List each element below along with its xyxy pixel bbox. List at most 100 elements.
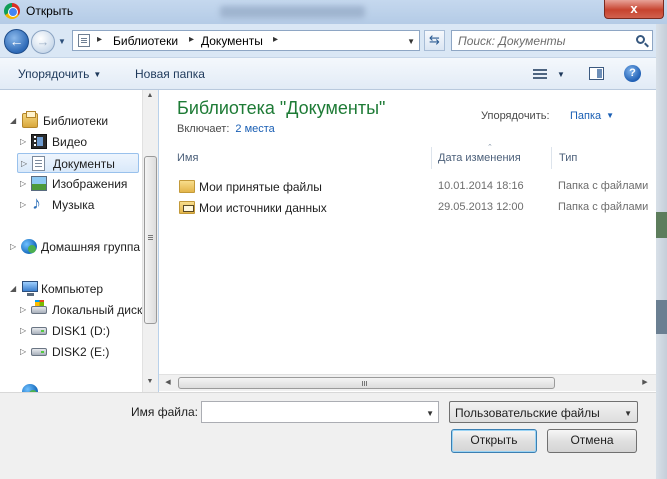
breadcrumb-separator-icon[interactable]: ▸ bbox=[189, 34, 194, 45]
collapsed-arrow-icon[interactable]: ▷ bbox=[20, 347, 26, 356]
expanded-arrow-icon[interactable]: ◢ bbox=[10, 116, 16, 125]
nav-label: DISK2 (E:) bbox=[52, 345, 110, 359]
system-drive-icon bbox=[31, 300, 47, 314]
grip-icon bbox=[148, 235, 153, 236]
sort-caret-icon: ⌃ bbox=[487, 144, 493, 151]
nav-item-music[interactable]: ▷ Музыка bbox=[18, 193, 139, 215]
nav-label: Локальный диск bbox=[52, 303, 143, 317]
arrange-by-value: Папка bbox=[570, 110, 602, 122]
nav-item-computer[interactable]: ◢ Компьютер bbox=[9, 279, 139, 299]
open-button[interactable]: Открыть bbox=[451, 429, 537, 453]
address-bar[interactable]: ▸ Библиотеки ▸ Документы ▸ ▼ bbox=[72, 30, 420, 51]
back-button[interactable]: ← bbox=[4, 29, 29, 54]
horizontal-scrollbar[interactable]: ◀ ▶ bbox=[159, 374, 656, 391]
filename-dropdown-icon[interactable]: ▼ bbox=[426, 409, 434, 418]
scroll-up-icon[interactable]: ▲ bbox=[143, 92, 157, 99]
nav-label: Изображения bbox=[52, 177, 128, 191]
window-title: Открыть bbox=[26, 4, 74, 18]
back-arrow-icon: ← bbox=[9, 33, 24, 49]
data-sources-folder-icon bbox=[179, 201, 195, 214]
forward-button[interactable]: → bbox=[31, 30, 55, 54]
nav-item-local-disk[interactable]: ▷ Локальный диск bbox=[18, 300, 143, 320]
file-row-data-sources[interactable]: Мои источники данных 29.05.2013 12:00 Па… bbox=[177, 198, 656, 218]
breadcrumb-separator-icon[interactable]: ▸ bbox=[97, 34, 102, 45]
column-header-type[interactable]: Тип bbox=[559, 152, 577, 164]
drive-icon bbox=[31, 348, 47, 356]
scroll-left-icon[interactable]: ◀ bbox=[161, 378, 175, 386]
blurred-background-title bbox=[220, 6, 365, 18]
nav-item-disk2[interactable]: ▷ DISK2 (E:) bbox=[18, 342, 139, 362]
file-type-filter[interactable]: Пользовательские файлы ▼ bbox=[449, 401, 638, 423]
library-includes: Включает: 2 места bbox=[177, 123, 275, 135]
collapsed-arrow-icon[interactable]: ▷ bbox=[20, 305, 26, 314]
forward-arrow-icon: → bbox=[36, 34, 50, 49]
scroll-down-icon[interactable]: ▼ bbox=[143, 378, 157, 385]
column-divider[interactable] bbox=[431, 147, 432, 169]
arrange-by-dropdown[interactable]: Папка ▼ bbox=[570, 110, 614, 122]
collapsed-arrow-icon[interactable]: ▷ bbox=[20, 326, 26, 335]
preview-pane-icon[interactable] bbox=[589, 67, 604, 80]
file-type: Папка с файлами bbox=[558, 180, 649, 192]
refresh-button[interactable]: ⇆ bbox=[424, 30, 445, 51]
collapsed-arrow-icon[interactable]: ▷ bbox=[20, 137, 26, 146]
nav-item-documents[interactable]: ▷ Документы bbox=[17, 153, 139, 173]
cancel-button[interactable]: Отмена bbox=[547, 429, 637, 453]
nav-item-video[interactable]: ▷ Видео bbox=[18, 132, 139, 152]
scroll-right-icon[interactable]: ▶ bbox=[638, 378, 652, 386]
help-icon[interactable]: ? bbox=[624, 65, 641, 82]
nav-scroll-thumb[interactable] bbox=[144, 156, 157, 324]
file-date: 10.01.2014 18:16 bbox=[438, 180, 524, 192]
file-row-received-files[interactable]: Мои принятые файлы 10.01.2014 18:16 Папк… bbox=[177, 177, 656, 197]
bottom-panel: Имя файла: ▼ Пользовательские файлы ▼ От… bbox=[0, 392, 656, 479]
view-dropdown-icon[interactable]: ▼ bbox=[557, 70, 565, 79]
organize-button[interactable]: Упорядочить ▼ bbox=[18, 67, 101, 81]
collapsed-arrow-icon[interactable]: ▷ bbox=[21, 159, 27, 168]
view-options-icon[interactable] bbox=[533, 69, 547, 79]
horizontal-scroll-thumb[interactable] bbox=[178, 377, 555, 389]
column-header-date[interactable]: Дата изменения bbox=[438, 152, 521, 164]
recent-pages-dropdown[interactable]: ▼ bbox=[58, 37, 66, 46]
background-window-edge bbox=[656, 24, 667, 479]
collapsed-arrow-icon[interactable]: ▷ bbox=[10, 242, 16, 251]
new-folder-button[interactable]: Новая папка bbox=[135, 67, 205, 81]
documents-icon bbox=[32, 156, 45, 171]
filename-input[interactable]: ▼ bbox=[201, 401, 439, 423]
address-dropdown-icon[interactable]: ▼ bbox=[407, 37, 415, 46]
search-icon[interactable] bbox=[636, 35, 645, 44]
nav-item-homegroup[interactable]: ▷ Домашняя группа bbox=[9, 237, 143, 257]
expanded-arrow-icon[interactable]: ◢ bbox=[10, 284, 16, 293]
nav-item-disk1[interactable]: ▷ DISK1 (D:) bbox=[18, 321, 139, 341]
video-icon bbox=[31, 134, 47, 149]
column-divider[interactable] bbox=[551, 147, 552, 169]
toolbar: Упорядочить ▼ Новая папка ▼ ? bbox=[0, 58, 667, 90]
breadcrumb-separator-icon[interactable]: ▸ bbox=[273, 34, 278, 45]
breadcrumb-documents[interactable]: Документы bbox=[201, 34, 263, 48]
close-button[interactable]: x bbox=[604, 0, 664, 19]
search-placeholder: Поиск: Документы bbox=[458, 34, 566, 48]
chevron-down-icon: ▼ bbox=[624, 409, 632, 418]
library-title: Библиотека "Документы" bbox=[177, 98, 386, 118]
refresh-icon: ⇆ bbox=[429, 32, 440, 47]
search-box[interactable]: Поиск: Документы bbox=[451, 30, 653, 51]
collapsed-arrow-icon[interactable]: ▷ bbox=[20, 179, 26, 188]
nav-label: Библиотеки bbox=[43, 114, 109, 128]
nav-label: Домашняя группа bbox=[41, 240, 141, 254]
nav-label: Компьютер bbox=[41, 282, 104, 296]
nav-item-network[interactable] bbox=[18, 382, 38, 392]
column-headers: ⌃ Имя Дата изменения Тип bbox=[159, 144, 656, 169]
organize-label: Упорядочить bbox=[18, 67, 90, 81]
locations-link[interactable]: 2 места bbox=[235, 123, 274, 135]
nav-item-pictures[interactable]: ▷ Изображения bbox=[18, 174, 139, 194]
nav-label: Документы bbox=[53, 157, 115, 171]
nav-item-libraries[interactable]: ◢ Библиотеки bbox=[9, 111, 139, 131]
collapsed-arrow-icon[interactable]: ▷ bbox=[20, 200, 26, 209]
breadcrumb-libraries[interactable]: Библиотеки bbox=[113, 34, 178, 48]
file-name: Мои принятые файлы bbox=[199, 180, 322, 194]
nav-scrollbar[interactable]: ▲ ▼ bbox=[142, 90, 158, 392]
column-header-name[interactable]: Имя bbox=[177, 152, 198, 164]
pictures-icon bbox=[31, 176, 47, 191]
file-type-filter-value: Пользовательские файлы bbox=[455, 406, 600, 420]
drive-icon bbox=[31, 327, 47, 335]
background-window-edge bbox=[656, 212, 667, 238]
music-icon bbox=[31, 193, 47, 214]
